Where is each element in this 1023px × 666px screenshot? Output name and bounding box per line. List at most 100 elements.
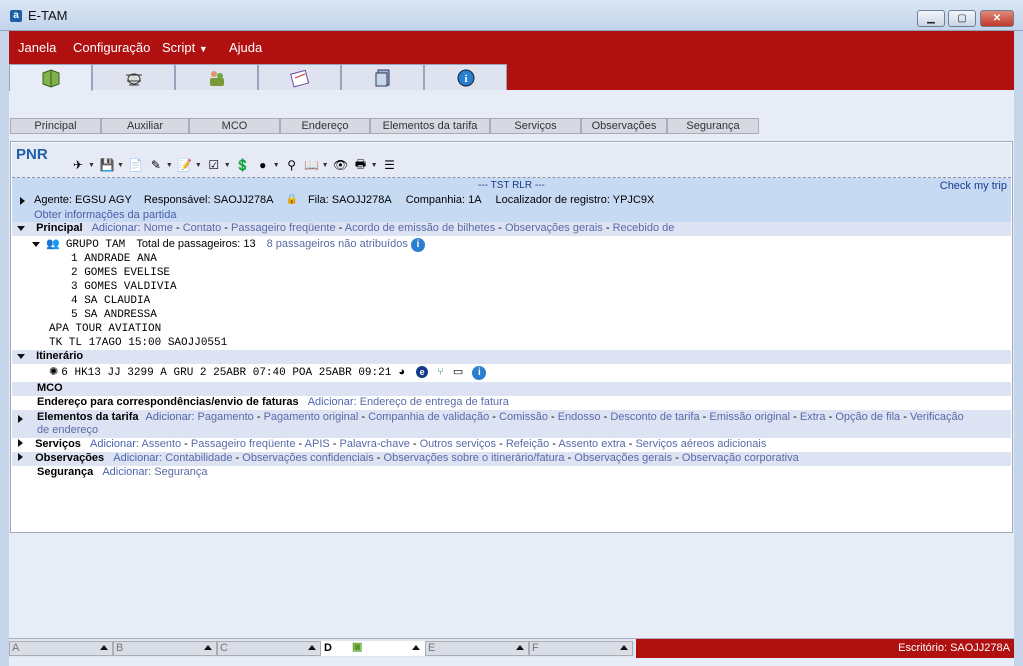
chevron-up-icon[interactable] [620,645,628,650]
tab-seguranca[interactable]: Segurança [667,118,759,134]
tab-endereco[interactable]: Endereço [280,118,370,134]
chevron-down-icon[interactable]: ▼ [88,162,95,169]
add-emissao-original-link[interactable]: Emissão original [709,411,790,423]
add-passageiro-frequente-link[interactable]: Passageiro freqüente [191,438,296,450]
new-doc-icon[interactable]: 📄 [126,156,146,174]
add-seguranca-link[interactable]: Segurança [154,466,207,478]
tab-bug[interactable] [92,64,175,90]
menu-script[interactable]: Script ▼ [162,40,208,55]
chevron-down-icon[interactable]: ▼ [224,162,231,169]
coin-icon[interactable]: ● [253,156,273,174]
add-contabilidade-link[interactable]: Contabilidade [165,452,232,464]
collapse-arrow-icon[interactable] [17,226,25,231]
plane-tools-icon[interactable]: ✈ [68,156,88,174]
unassigned-passengers-link[interactable]: 8 passageiros não atribuídos [267,238,408,250]
add-extra-link[interactable]: Extra [800,411,826,423]
chevron-up-icon[interactable] [100,645,108,650]
tab-observacoes[interactable]: Observações [581,118,667,134]
collapse-arrow-icon[interactable] [17,354,25,359]
info-icon[interactable]: i [410,238,425,252]
card-icon[interactable]: ▭ [453,366,463,378]
slot-f[interactable]: F [529,641,633,656]
passenger-row[interactable]: 4 SA CLAUDIA [71,295,471,307]
add-endosso-link[interactable]: Endosso [558,411,601,423]
add-contato-link[interactable]: Contato [183,222,222,234]
seat-icon[interactable]: ⑂ [437,366,444,378]
add-acordo-link[interactable]: Acordo de emissão de bilhetes [345,222,495,234]
add-assento-extra-link[interactable]: Assento extra [558,438,625,450]
add-recebido-de-link[interactable]: Recebido de [613,222,675,234]
add-palavra-chave-link[interactable]: Palavra-chave [340,438,410,450]
add-obs-confidenciais-link[interactable]: Observações confidenciais [242,452,373,464]
add-companhia-validacao-link[interactable]: Companhia de validação [368,411,489,423]
slot-c[interactable]: C [217,641,321,656]
print-icon[interactable]: 🖶 [351,156,371,174]
passenger-row[interactable]: 5 SA ANDRESSA [71,309,471,321]
add-observacoes-gerais-link[interactable]: Observações gerais [505,222,603,234]
chevron-down-icon[interactable]: ▼ [166,162,173,169]
notes-icon[interactable]: ☰ [380,156,400,174]
expand-arrow-icon[interactable] [18,415,23,423]
add-servicos-aereos-link[interactable]: Serviços aéreos adicionais [635,438,766,450]
add-obs-itinerario-link[interactable]: Observações sobre o itinerário/fatura [384,452,565,464]
eticket-icon[interactable]: e [416,366,429,378]
add-desconto-tarifa-link[interactable]: Desconto de tarifa [610,411,699,423]
tab-files[interactable] [341,64,424,90]
tab-elementos-tarifa[interactable]: Elementos da tarifa [370,118,490,134]
obter-informacoes-link[interactable]: Obter informações da partida [34,209,176,221]
info-icon[interactable]: i [472,366,487,380]
expand-arrow-icon[interactable] [18,439,23,447]
tab-ticket[interactable] [258,64,341,90]
tab-info[interactable]: i [424,64,507,90]
add-assento-link[interactable]: Assento [141,438,181,450]
tab-principal[interactable]: Principal [10,118,101,134]
expand-arrow-icon[interactable] [20,197,25,205]
maximize-button[interactable]: ▢ [948,10,976,27]
close-button[interactable]: ✕ [980,10,1014,27]
tab-book[interactable] [9,64,92,91]
chevron-down-icon[interactable]: ▼ [273,162,280,169]
add-comissao-link[interactable]: Comissão [499,411,548,423]
slot-e[interactable]: E [425,641,529,656]
segment-row[interactable]: ✺ 6 HK13 JJ 3299 A GRU 2 25ABR 07:40 POA… [12,365,1011,381]
chevron-down-icon[interactable]: ▼ [322,162,329,169]
save-icon[interactable]: 💾 [97,156,117,174]
minimize-button[interactable]: ▁ [917,10,945,27]
menu-configuracao[interactable]: Configuração [73,40,150,55]
pie-icon[interactable]: ◕ [398,366,405,378]
add-obs-gerais-link[interactable]: Observações gerais [574,452,672,464]
expand-arrow-icon[interactable] [18,453,23,461]
passenger-row[interactable]: 1 ANDRADE ANA [71,253,471,265]
book-open-icon[interactable]: 📖 [302,156,322,174]
chevron-down-icon[interactable]: ▼ [117,162,124,169]
add-nome-link[interactable]: Nome [144,222,173,234]
binoculars-icon[interactable]: ⚲ [282,156,302,174]
chevron-down-icon[interactable]: ▼ [195,162,202,169]
view-icon[interactable]: 👁 [331,156,351,174]
chevron-down-icon[interactable]: ▼ [371,162,378,169]
edit-icon[interactable]: ✎ [146,156,166,174]
chevron-up-icon[interactable] [412,645,420,650]
tab-people[interactable] [175,64,258,90]
tab-mco[interactable]: MCO [189,118,280,134]
chevron-up-icon[interactable] [308,645,316,650]
menu-ajuda[interactable]: Ajuda [229,40,262,55]
add-pagamento-original-link[interactable]: Pagamento original [264,411,359,423]
add-refeicao-link[interactable]: Refeição [506,438,549,450]
slot-a[interactable]: A [9,641,113,656]
check-my-trip-link[interactable]: Check my trip [940,180,1007,192]
add-obs-corporativa-link[interactable]: Observação corporativa [682,452,799,464]
chevron-up-icon[interactable] [516,645,524,650]
tab-auxiliar[interactable]: Auxiliar [101,118,189,134]
chevron-up-icon[interactable] [204,645,212,650]
checklist-icon[interactable]: ☑ [204,156,224,174]
add-outros-servicos-link[interactable]: Outros serviços [420,438,496,450]
add-endereco-entrega-link[interactable]: Endereço de entrega de fatura [360,396,509,408]
money-icon[interactable]: 💲 [233,156,253,174]
menu-janela[interactable]: Janela [18,40,56,55]
collapse-arrow-icon[interactable] [32,242,40,247]
add-pagamento-link[interactable]: Pagamento [198,411,254,423]
add-passageiro-frequente-link[interactable]: Passageiro freqüente [231,222,336,234]
tab-servicos[interactable]: Serviços [490,118,581,134]
passenger-row[interactable]: 3 GOMES VALDIVIA [71,281,471,293]
